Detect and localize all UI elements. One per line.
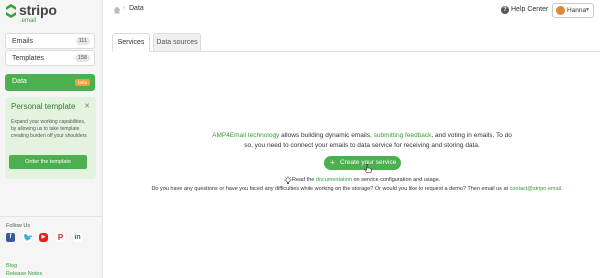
chevron-down-icon: ▼ [585,7,590,13]
home-icon[interactable] [113,6,121,14]
logo-text: stripo [19,2,57,18]
tab-services[interactable]: Services [112,33,150,52]
user-name: Hanna [567,7,587,14]
promo-title: Personal template [11,102,76,111]
contact-note-end: . [561,186,563,192]
sidebar-item-templates[interactable]: Templates 158 [5,50,95,66]
count-badge: 158 [74,54,90,62]
divider [0,216,102,217]
youtube-icon[interactable]: ▶ [39,233,48,242]
tab-bar: Services Data sources [112,33,600,52]
plus-icon: + [330,158,335,167]
create-service-button[interactable]: + Create your service [324,156,401,170]
documentation-link[interactable]: documentation [316,177,352,183]
promo-text: Expand your working capabilities, by all… [11,119,87,139]
blog-link[interactable]: Blog [6,263,17,269]
pinterest-icon[interactable]: P [56,233,65,242]
help-icon[interactable]: ? [501,6,509,14]
description-text: allows building dynamic emails, [279,132,374,139]
help-center-link[interactable]: Help Center [511,6,548,13]
order-template-button[interactable]: Order the template [9,155,87,169]
contact-note: Do you have any questions or have you fa… [137,185,577,194]
top-bar: › Data ? Help Center Hanna ▼ [103,0,600,22]
contact-email-link[interactable]: contact@stripo.email [510,186,561,192]
sidebar-item-label: Data [12,78,27,85]
services-description: AMP4Email technology allows building dyn… [212,131,512,150]
sidebar-item-data[interactable]: Data beta [5,74,95,91]
submitting-feedback-link[interactable]: submitting feedback [374,132,432,139]
breadcrumb: Data [129,5,144,12]
avatar [556,6,565,15]
sidebar-item-label: Emails [12,38,34,45]
facebook-icon[interactable]: f [6,233,15,242]
chevron-right-icon: › [123,5,125,11]
doc-note-text: on service configuration and usage. [351,177,441,183]
sidebar-item-emails[interactable]: Emails 111 [5,33,95,49]
lightbulb-icon [284,176,292,184]
social-links: f 🐦 ▶ P in [5,233,95,243]
sidebar-item-label: Templates [12,55,44,62]
sidebar: stripo .email Emails 111 Templates 158 D… [0,0,103,278]
tab-data-sources[interactable]: Data sources [153,33,201,52]
contact-note-text: Do you have any questions or have you fa… [151,186,510,192]
stripo-logo-icon [6,4,16,18]
logo-subtitle: .email [20,18,37,24]
hand-cursor-icon [364,164,372,173]
linkedin-icon[interactable]: in [73,233,82,242]
user-menu[interactable]: Hanna ▼ [552,3,594,18]
beta-badge: beta [75,79,90,86]
release-notes-link[interactable]: Release Notes [6,271,42,277]
amp4email-link[interactable]: AMP4Email technology [212,132,279,139]
twitter-icon[interactable]: 🐦 [23,233,33,242]
services-panel: AMP4Email technology allows building dyn… [112,52,600,278]
documentation-note: Read the documentation on service config… [292,177,452,183]
count-badge: 111 [75,37,90,45]
stripo-logo[interactable]: stripo .email [5,2,65,24]
doc-note-text: Read the [292,177,316,183]
close-icon[interactable]: ✕ [84,102,90,110]
follow-us-label: Follow Us [6,223,31,229]
